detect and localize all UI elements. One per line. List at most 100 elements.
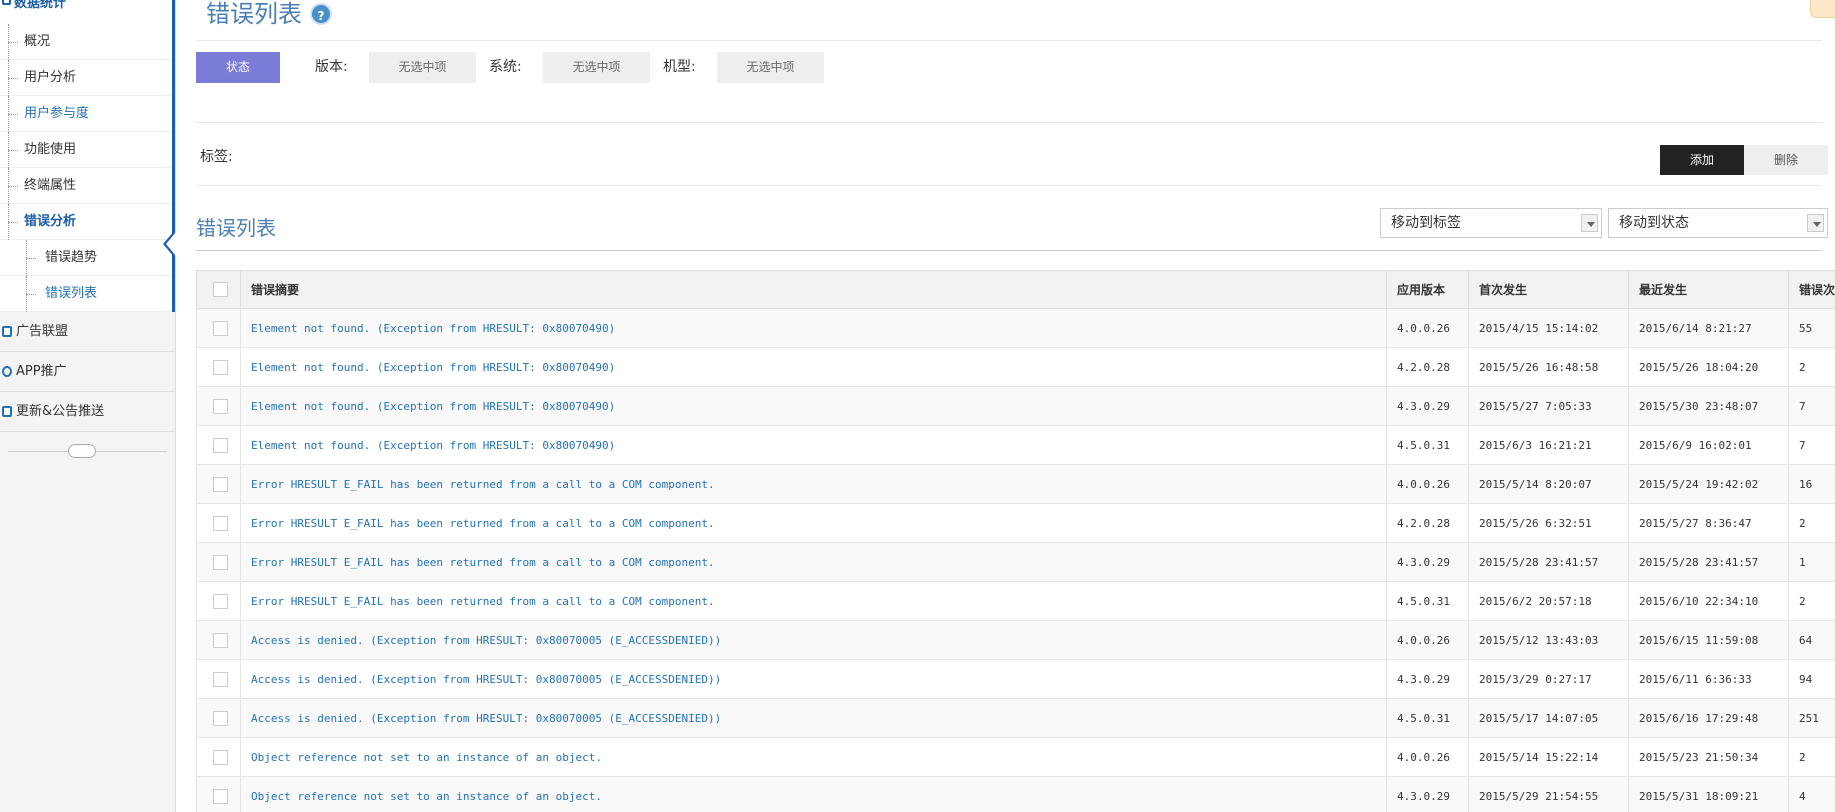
column-header-first-occurred[interactable]: 首次发生	[1468, 270, 1629, 309]
app-version-cell: 4.3.0.29	[1386, 542, 1469, 582]
column-header-version[interactable]: 应用版本	[1386, 270, 1469, 309]
row-checkbox[interactable]	[213, 476, 228, 492]
table-row[interactable]: Object reference not set to an instance …	[196, 737, 1835, 777]
app-version-cell: 4.0.0.26	[1386, 464, 1469, 504]
row-checkbox[interactable]	[213, 671, 228, 687]
row-checkbox[interactable]	[213, 593, 228, 609]
sidebar-item-app-promotion[interactable]: APP推广	[0, 352, 175, 392]
row-checkbox[interactable]	[213, 632, 228, 648]
row-select-cell	[196, 698, 241, 738]
column-header-summary[interactable]: 错误摘要	[240, 270, 1387, 309]
row-checkbox[interactable]	[213, 554, 228, 570]
table-row[interactable]: Access is denied. (Exception from HRESUL…	[196, 698, 1835, 738]
error-summary-link[interactable]: Error HRESULT E_FAIL has been returned f…	[240, 503, 1387, 543]
sidebar-item-error-list[interactable]: 错误列表	[0, 276, 172, 312]
error-table: 错误摘要 应用版本 首次发生 最近发生 错误次数 Element not fou…	[196, 270, 1835, 812]
row-checkbox[interactable]	[213, 710, 228, 726]
error-count-cell: 64	[1788, 620, 1835, 660]
error-summary-link[interactable]: Element not found. (Exception from HRESU…	[240, 425, 1387, 465]
table-header-row: 错误摘要 应用版本 首次发生 最近发生 错误次数	[196, 270, 1835, 309]
sidebar-item-device-properties[interactable]: 终端属性	[0, 168, 172, 204]
collapse-handle-icon[interactable]	[68, 444, 96, 458]
system-label: 系统:	[489, 59, 522, 75]
select-all-checkbox[interactable]	[213, 282, 228, 297]
column-header-last-occurred[interactable]: 最近发生	[1628, 270, 1789, 309]
last-occurred-cell: 2015/5/30 23:48:07	[1628, 386, 1789, 426]
table-row[interactable]: Error HRESULT E_FAIL has been returned f…	[196, 464, 1835, 504]
row-checkbox[interactable]	[213, 359, 228, 375]
table-row[interactable]: Access is denied. (Exception from HRESUL…	[196, 620, 1835, 660]
error-count-cell: 4	[1788, 776, 1835, 812]
first-occurred-cell: 2015/6/2 20:57:18	[1468, 581, 1629, 621]
table-row[interactable]: Element not found. (Exception from HRESU…	[196, 425, 1835, 465]
sidebar-item-error-trend[interactable]: 错误趋势	[0, 240, 172, 276]
table-row[interactable]: Error HRESULT E_FAIL has been returned f…	[196, 542, 1835, 582]
model-select[interactable]: 无选中项	[717, 52, 824, 83]
chevron-down-icon	[1581, 214, 1598, 232]
row-checkbox[interactable]	[213, 515, 228, 531]
row-select-cell	[196, 308, 241, 348]
last-occurred-cell: 2015/5/28 23:41:57	[1628, 542, 1789, 582]
column-header-count[interactable]: 错误次数	[1788, 270, 1835, 309]
error-summary-link[interactable]: Element not found. (Exception from HRESU…	[240, 347, 1387, 387]
error-summary-link[interactable]: Object reference not set to an instance …	[240, 737, 1387, 777]
move-to-state-select[interactable]: 移动到状态	[1608, 208, 1828, 238]
table-row[interactable]: Error HRESULT E_FAIL has been returned f…	[196, 581, 1835, 621]
row-select-cell	[196, 386, 241, 426]
state-filter-button[interactable]: 状态	[196, 52, 280, 83]
active-arrow-indicator	[163, 230, 176, 258]
sidebar-item-ad-alliance[interactable]: 广告联盟	[0, 312, 175, 352]
sidebar-collapse-toggle[interactable]	[0, 432, 175, 470]
last-occurred-cell: 2015/6/10 22:34:10	[1628, 581, 1789, 621]
delete-tag-button[interactable]: 删除	[1744, 145, 1828, 175]
error-summary-link[interactable]: Error HRESULT E_FAIL has been returned f…	[240, 581, 1387, 621]
table-row[interactable]: Access is denied. (Exception from HRESUL…	[196, 659, 1835, 699]
error-summary-link[interactable]: Error HRESULT E_FAIL has been returned f…	[240, 542, 1387, 582]
table-row[interactable]: Element not found. (Exception from HRESU…	[196, 347, 1835, 387]
system-select[interactable]: 无选中项	[543, 52, 650, 83]
move-to-tag-select[interactable]: 移动到标签	[1380, 208, 1602, 238]
last-occurred-cell: 2015/5/23 21:50:34	[1628, 737, 1789, 777]
sidebar-item-error-analysis[interactable]: 错误分析	[0, 204, 172, 240]
table-row[interactable]: Error HRESULT E_FAIL has been returned f…	[196, 503, 1835, 543]
sidebar-item-user-engagement[interactable]: 用户参与度	[0, 96, 172, 132]
first-occurred-cell: 2015/5/26 6:32:51	[1468, 503, 1629, 543]
first-occurred-cell: 2015/6/3 16:21:21	[1468, 425, 1629, 465]
row-checkbox[interactable]	[213, 320, 228, 336]
row-select-cell	[196, 347, 241, 387]
app-version-cell: 4.5.0.31	[1386, 581, 1469, 621]
last-occurred-cell: 2015/5/31 18:09:21	[1628, 776, 1789, 812]
app-version-cell: 4.5.0.31	[1386, 425, 1469, 465]
sidebar-item-user-analysis[interactable]: 用户分析	[0, 60, 172, 96]
error-summary-link[interactable]: Element not found. (Exception from HRESU…	[240, 386, 1387, 426]
last-occurred-cell: 2015/6/11 6:36:33	[1628, 659, 1789, 699]
row-checkbox[interactable]	[213, 437, 228, 453]
table-row[interactable]: Element not found. (Exception from HRESU…	[196, 308, 1835, 348]
version-select[interactable]: 无选中项	[369, 52, 476, 83]
error-summary-link[interactable]: Access is denied. (Exception from HRESUL…	[240, 620, 1387, 660]
sidebar-item-update-notice-push[interactable]: 更新&公告推送	[0, 392, 175, 432]
first-occurred-cell: 2015/5/14 15:22:14	[1468, 737, 1629, 777]
promotion-icon	[2, 366, 12, 377]
error-summary-link[interactable]: Access is denied. (Exception from HRESUL…	[240, 659, 1387, 699]
first-occurred-cell: 2015/5/17 14:07:05	[1468, 698, 1629, 738]
row-select-cell	[196, 737, 241, 777]
sidebar-submenu: 概况 用户分析 用户参与度 功能使用 终端属性 错误分析 错误趋势 错误列表	[0, 24, 176, 312]
error-summary-link[interactable]: Access is denied. (Exception from HRESUL…	[240, 698, 1387, 738]
row-checkbox[interactable]	[213, 749, 228, 765]
help-icon[interactable]: ?	[310, 3, 332, 25]
corner-tab[interactable]	[1810, 0, 1835, 18]
app-version-cell: 4.3.0.29	[1386, 386, 1469, 426]
sidebar-section-data-stats[interactable]: 数据统计	[0, 0, 175, 24]
row-checkbox[interactable]	[213, 788, 228, 804]
row-checkbox[interactable]	[213, 398, 228, 414]
error-summary-link[interactable]: Object reference not set to an instance …	[240, 776, 1387, 812]
error-summary-link[interactable]: Element not found. (Exception from HRESU…	[240, 308, 1387, 348]
table-row[interactable]: Object reference not set to an instance …	[196, 776, 1835, 812]
add-tag-button[interactable]: 添加	[1660, 145, 1744, 175]
sidebar-item-feature-usage[interactable]: 功能使用	[0, 132, 172, 168]
table-row[interactable]: Element not found. (Exception from HRESU…	[196, 386, 1835, 426]
error-summary-link[interactable]: Error HRESULT E_FAIL has been returned f…	[240, 464, 1387, 504]
sidebar-item-label: 更新&公告推送	[16, 404, 105, 419]
sidebar-item-overview[interactable]: 概况	[0, 24, 172, 60]
